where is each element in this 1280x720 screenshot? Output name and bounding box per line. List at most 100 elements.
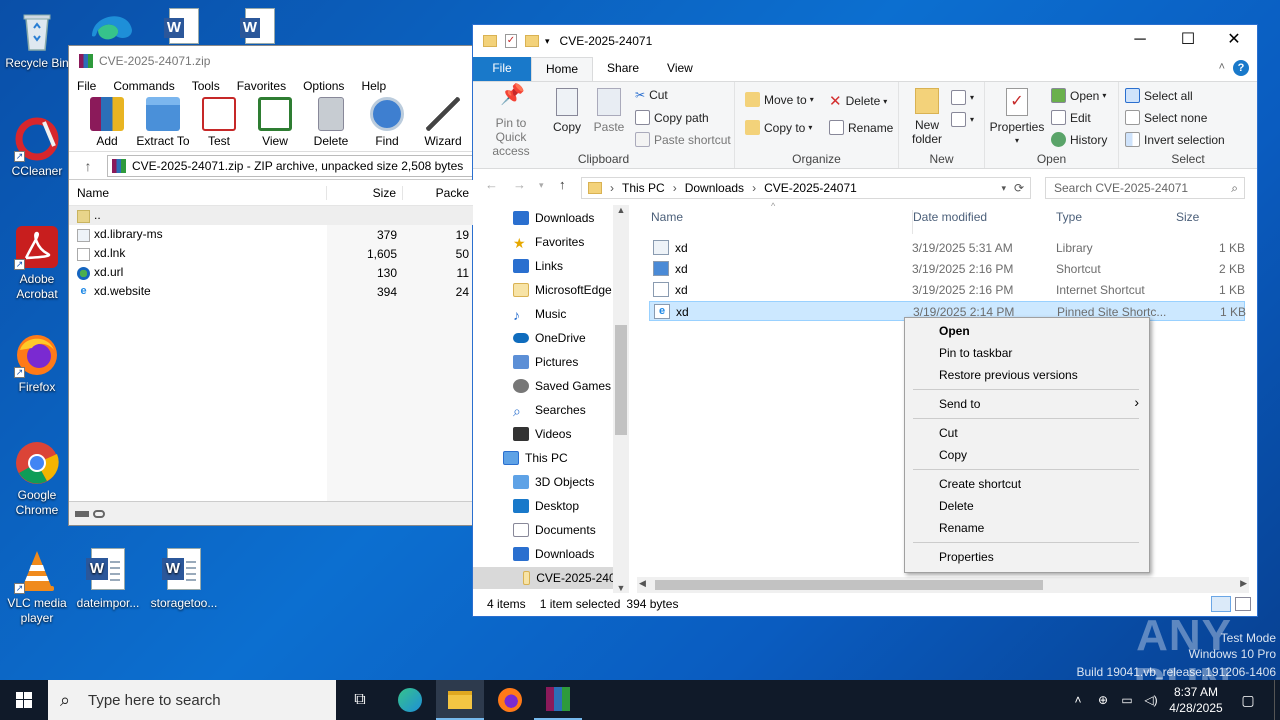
tab-file[interactable]: File — [473, 57, 531, 81]
view-button[interactable]: View — [247, 97, 303, 151]
nav-item-searches[interactable]: ⌕ Searches — [513, 399, 586, 421]
nav-item-music[interactable]: ♪ Music — [513, 303, 566, 325]
desktop-icon-vlc[interactable]: ↗ VLC media player — [1, 548, 73, 626]
list-item[interactable]: xd.lnk 1,605 50 — [69, 244, 473, 263]
nav-item-this-pc[interactable]: This PC — [503, 447, 568, 469]
refresh-icon[interactable]: ⟳ — [1014, 181, 1024, 195]
menu-tools[interactable]: Tools — [192, 79, 220, 93]
desktop-icon-ccleaner[interactable]: ↗ CCleaner — [1, 116, 73, 179]
nav-item-onedrive[interactable]: OneDrive — [513, 327, 586, 349]
column-packed[interactable]: Packe — [403, 186, 473, 200]
word-desktop-icon[interactable]: W — [238, 8, 282, 46]
menu-help[interactable]: Help — [361, 79, 386, 93]
desktop-icon-adobe-acrobat[interactable]: ↗ Adobe Acrobat — [1, 224, 73, 302]
maximize-button[interactable]: ☐ — [1165, 25, 1211, 55]
desktop-icon-firefox[interactable]: ↗ Firefox — [1, 332, 73, 395]
large-icons-view-icon[interactable] — [1235, 597, 1251, 611]
collapse-ribbon-icon[interactable]: ˄ — [1219, 61, 1225, 73]
menu-item-cut[interactable]: Cut — [939, 426, 958, 440]
desktop-icon-google-chrome[interactable]: Google Chrome — [1, 440, 73, 518]
list-item[interactable]: .. — [69, 206, 473, 225]
quick-access-dropdown-icon[interactable]: ▾ — [545, 36, 550, 47]
nav-item-cve-folder[interactable]: CVE-2025-24071 — [473, 567, 629, 589]
nav-item-microsoftedge[interactable]: MicrosoftEdge — [513, 279, 612, 301]
list-item[interactable]: e xd.website 394 24 — [69, 282, 473, 301]
new-folder-quick-icon[interactable] — [525, 35, 539, 47]
nav-item-downloads-pc[interactable]: Downloads — [513, 543, 594, 565]
taskbar-search-box[interactable]: ⌕ Type here to search — [48, 680, 336, 720]
show-hidden-icons[interactable]: ˄ — [1068, 680, 1088, 720]
column-type[interactable]: Type — [1056, 210, 1174, 234]
nav-item-favorites[interactable]: ★ Favorites — [513, 231, 584, 253]
nav-item-documents[interactable]: Documents — [513, 519, 596, 541]
column-size[interactable]: Size — [1176, 210, 1236, 234]
desktop-icon-storagetool-doc[interactable]: W storagetoo... — [148, 548, 220, 611]
menu-item-pin-to-taskbar[interactable]: Pin to taskbar — [939, 346, 1012, 360]
copy-to-button[interactable]: Copy to ▾ — [745, 120, 812, 135]
minimize-button[interactable]: ─ — [1117, 25, 1163, 55]
move-to-button[interactable]: Move to ▾ — [745, 92, 814, 107]
scroll-left-icon[interactable]: ◀ — [639, 578, 646, 589]
menu-item-send-to[interactable]: Send to — [939, 397, 980, 411]
hscroll-thumb[interactable] — [655, 580, 1043, 590]
desktop-icon-dateimport-doc[interactable]: W dateimpor... — [72, 548, 144, 611]
nav-scrollbar[interactable]: ▲ ▼ — [613, 205, 629, 593]
file-row[interactable]: xd 3/19/2025 2:16 PM Shortcut 2 KB — [649, 259, 1245, 279]
new-item-button[interactable]: ▾ — [951, 90, 974, 105]
search-input[interactable]: Search CVE-2025-24071 ⌕ — [1045, 177, 1245, 199]
start-button[interactable] — [0, 680, 48, 720]
edit-button[interactable]: Edit — [1051, 110, 1091, 125]
address-bar[interactable]: › This PC › Downloads › CVE-2025-24071 ▾… — [581, 177, 1031, 199]
select-all-button[interactable]: Select all — [1125, 88, 1193, 103]
task-view-button[interactable]: ⧉ — [340, 680, 380, 720]
up-arrow-icon[interactable]: ↑ — [69, 158, 107, 174]
volume-icon[interactable]: ◁) — [1140, 680, 1162, 720]
menu-item-restore-previous-versions[interactable]: Restore previous versions — [939, 368, 1078, 382]
breadcrumb-this-pc[interactable]: This PC — [622, 181, 665, 195]
column-size[interactable]: Size — [327, 185, 403, 200]
nav-item-3d-objects[interactable]: 3D Objects — [513, 471, 594, 493]
address-dropdown-icon[interactable]: ▾ — [1001, 183, 1006, 194]
file-row[interactable]: xd 3/19/2025 5:31 AM Library 1 KB — [649, 238, 1245, 258]
properties-quick-icon[interactable]: ✓ — [505, 34, 517, 48]
nav-item-videos[interactable]: Videos — [513, 423, 571, 445]
menu-item-open[interactable]: Open — [939, 324, 970, 338]
scroll-right-icon[interactable]: ▶ — [1240, 578, 1247, 589]
extract-to-button[interactable]: Extract To — [135, 97, 191, 151]
recent-locations-icon[interactable]: ▾ — [539, 180, 544, 191]
nav-scroll-thumb[interactable] — [615, 325, 627, 435]
notifications-icon[interactable]: ▢ — [1234, 680, 1262, 720]
desktop-icon-recycle-bin[interactable]: Recycle Bin — [1, 8, 73, 71]
paste-button[interactable]: Paste — [589, 88, 629, 134]
list-item[interactable]: xd.url 130 11 — [69, 263, 473, 282]
menu-item-rename[interactable]: Rename — [939, 521, 984, 535]
up-arrow-icon[interactable]: ↑ — [559, 177, 566, 192]
history-button[interactable]: History — [1051, 132, 1107, 147]
back-arrow-icon[interactable]: ← — [485, 177, 498, 192]
select-none-button[interactable]: Select none — [1125, 110, 1207, 125]
nav-item-pictures[interactable]: Pictures — [513, 351, 578, 373]
tab-share[interactable]: Share — [593, 57, 653, 81]
tab-view[interactable]: View — [653, 57, 707, 81]
menu-item-delete[interactable]: Delete — [939, 499, 974, 513]
system-tray-icon[interactable]: ⊕ — [1092, 680, 1114, 720]
copy-button[interactable]: Copy — [547, 88, 587, 134]
archive-path-field[interactable]: CVE-2025-24071.zip - ZIP archive, unpack… — [107, 154, 473, 177]
rename-button[interactable]: Rename — [829, 120, 893, 135]
taskbar-winrar[interactable] — [534, 680, 582, 720]
copy-path-button[interactable]: Copy path — [635, 110, 709, 125]
taskbar-file-explorer[interactable] — [436, 680, 484, 720]
taskbar-firefox[interactable] — [486, 680, 534, 720]
easy-access-button[interactable]: ▾ — [951, 112, 974, 127]
nav-item-links[interactable]: Links — [513, 255, 563, 277]
cut-button[interactable]: ✂ Cut — [635, 88, 668, 102]
find-button[interactable]: Find — [359, 97, 415, 151]
clock[interactable]: 8:37 AM 4/28/2025 — [1164, 684, 1228, 716]
menu-file[interactable]: File — [77, 79, 96, 93]
new-folder-button[interactable]: New folder — [905, 88, 949, 146]
add-button[interactable]: Add — [79, 97, 135, 151]
breadcrumb-downloads[interactable]: Downloads — [685, 181, 744, 195]
menu-item-properties[interactable]: Properties — [939, 550, 994, 564]
nav-item-desktop[interactable]: Desktop — [513, 495, 579, 517]
pin-quick-access-button[interactable]: 📌 Pin to Quick access — [479, 85, 543, 158]
